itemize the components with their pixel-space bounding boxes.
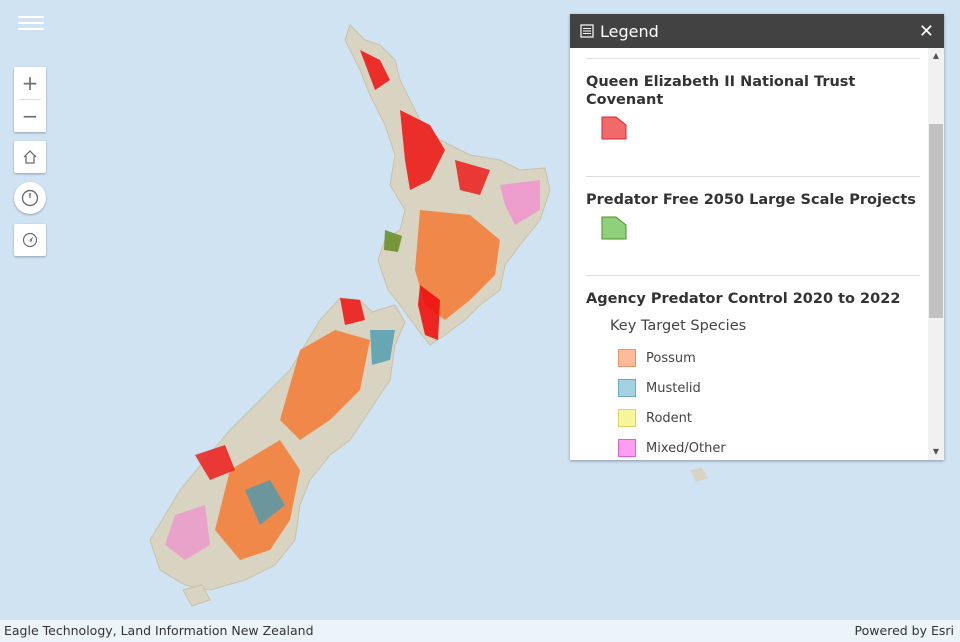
legend-item-mixed: Mixed/Other [618,437,726,459]
legend-item-rodent: Rodent [618,407,692,429]
legend-body[interactable]: Queen Elizabeth II National Trust Covena… [570,48,928,460]
mustelid-swatch [618,379,636,397]
legend-section-title: Queen Elizabeth II National Trust Covena… [586,74,856,108]
zoom-out-button[interactable]: − [14,100,46,132]
minus-icon: − [21,104,39,128]
possum-swatch [618,349,636,367]
plus-icon: + [21,71,39,95]
hamburger-icon [18,16,44,18]
legend-title: Legend [600,21,659,41]
home-button[interactable] [14,141,46,173]
menu-button[interactable] [18,12,44,34]
scroll-thumb[interactable] [929,124,943,318]
close-icon[interactable]: ✕ [919,21,934,42]
powered-by[interactable]: Powered by Esri [855,623,954,638]
zoom-control: + − [14,67,46,132]
covenant-swatch [601,116,627,140]
zoom-in-button[interactable]: + [14,67,46,99]
mixed-swatch [618,439,636,457]
legend-section-predator-free: Predator Free 2050 Large Scale Projects [586,176,920,277]
attribution-bar: Eagle Technology, Land Information New Z… [0,620,960,642]
legend-item-label: Rodent [646,410,692,426]
legend-item-label: Mustelid [646,380,701,396]
power-icon [21,189,39,207]
legend-item-mustelid: Mustelid [618,377,701,399]
legend-scrollbar[interactable]: ▲ ▼ [928,48,944,460]
list-icon [580,24,594,38]
legend-section-title: Agency Predator Control 2020 to 2022 [586,291,901,307]
predator-free-swatch [601,216,627,240]
legend-header: Legend ✕ [570,14,944,48]
legend-item-label: Possum [646,350,696,366]
legend-section-covenant: Queen Elizabeth II National Trust Covena… [586,58,920,169]
scroll-down-icon[interactable]: ▼ [928,444,944,460]
legend-item-label: Mixed/Other [646,440,726,456]
scroll-up-icon[interactable]: ▲ [928,48,944,64]
legend-section-title: Predator Free 2050 Large Scale Projects [586,192,916,208]
legend-panel: Legend ✕ Queen Elizabeth II National Tru… [570,14,944,460]
home-icon [23,150,37,164]
legend-subtitle: Key Target Species [610,318,747,334]
time-button[interactable] [14,182,46,214]
locate-icon [22,232,38,248]
locate-button[interactable] [14,224,46,256]
attribution-credit: Eagle Technology, Land Information New Z… [4,623,314,638]
legend-item-possum: Possum [618,347,696,369]
rodent-swatch [618,409,636,427]
